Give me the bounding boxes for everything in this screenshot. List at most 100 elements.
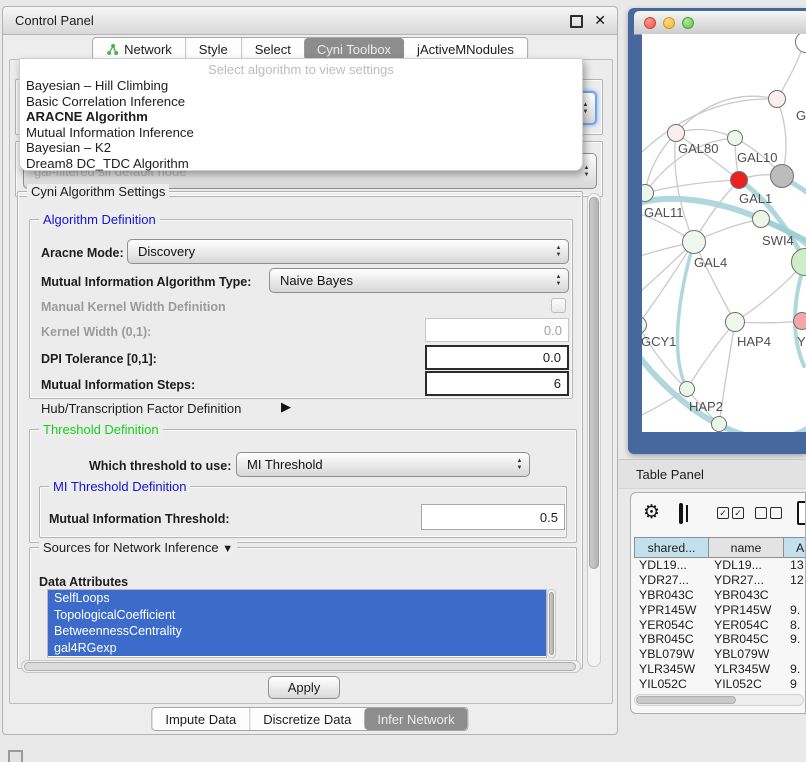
column-header-clipped[interactable]: A [783,537,806,558]
tab-cyni-toolbox[interactable]: Cyni Toolbox [304,38,404,60]
float-window-icon[interactable] [570,15,583,28]
attribute-item[interactable]: gal4RGexp [48,640,546,657]
cell[interactable]: YDL19... [634,558,709,573]
algorithm-option[interactable]: Bayesian – K2 [20,140,582,156]
node-swi4[interactable] [752,210,770,228]
tab-select[interactable]: Select [241,38,304,60]
attribute-item[interactable]: TopologicalCoefficient [48,607,546,624]
hub-section-label[interactable]: Hub/Transcription Factor Definition [41,401,241,416]
cell[interactable]: 9. [785,602,806,617]
cell[interactable]: 12 [785,573,806,588]
node-salmon[interactable] [793,312,806,330]
apply-button[interactable]: Apply [268,676,340,699]
algorithm-popup: Select algorithm to view settings Bayesi… [19,58,583,171]
cell[interactable]: YBL079W [634,647,709,662]
cell[interactable]: 13 [785,558,806,573]
sources-group-title[interactable]: Sources for Network Inference ▼ [39,540,237,555]
cell[interactable]: YIL052C [709,676,785,691]
attribute-item[interactable]: SelfLoops [48,590,546,607]
algorithm-definition-title: Algorithm Definition [39,212,160,227]
attributes-scrollbar[interactable] [547,589,556,658]
cell[interactable]: 9. [785,662,806,677]
minimize-button[interactable] [663,17,675,29]
tab-style[interactable]: Style [185,38,241,60]
tab-jactivemnodules[interactable]: jActiveMNodules [404,38,527,60]
aracne-mode-combo[interactable]: Discovery ▲▼ [127,239,569,264]
zoom-button[interactable] [682,17,694,29]
kernel-width-input[interactable]: 0.0 [425,318,569,342]
cell[interactable]: YBR045C [709,632,785,647]
which-threshold-combo[interactable]: MI Threshold ▲▼ [236,452,530,477]
table-panel-titlebar[interactable]: Table Panel [618,459,806,489]
combo-arrows-icon: ▲▼ [513,458,526,471]
algorithm-option[interactable]: Mutual Information Inference [20,125,582,141]
new-table-icon[interactable] [797,501,806,525]
cell[interactable]: 8. [785,617,806,632]
mi-type-combo[interactable]: Naive Bayes ▲▼ [269,268,569,293]
cell[interactable]: YLR345W [709,662,785,677]
attribute-item[interactable]: BetweennessCentrality [48,623,546,640]
cell[interactable] [785,588,806,603]
table-hscrollbar-thumb[interactable] [636,696,736,704]
gear-icon[interactable]: ⚙ [643,501,660,524]
network-canvas[interactable]: GAL GAL80 GAL10 GAL1 GAL11 SWI4 GAL4 GCY… [642,34,806,432]
cell[interactable]: YDR27... [634,573,709,588]
node-gal1[interactable] [730,171,748,189]
tab-network[interactable]: Network [93,38,185,60]
settings-scrollbar-thumb[interactable] [589,197,599,569]
cell[interactable]: YDR27... [709,573,785,588]
threshold-definition-title: Threshold Definition [39,422,163,437]
cell[interactable] [785,647,806,662]
manual-kernel-checkbox[interactable] [551,298,566,313]
cell[interactable]: YIL052C [634,676,709,691]
cell[interactable]: 9 [785,676,806,691]
mi-steps-input[interactable]: 6 [425,371,569,396]
node-hap2[interactable] [679,381,695,397]
column-header-name[interactable]: name [708,537,784,558]
node-gal80[interactable] [667,124,685,142]
split-columns-icon[interactable] [679,503,683,524]
select-all-icon[interactable]: ✓ ✓ [717,507,744,519]
bottom-left-widget[interactable] [8,750,23,762]
cell[interactable]: YER054C [709,617,785,632]
cell[interactable]: YBL079W [709,647,785,662]
node-hap4[interactable] [725,312,745,332]
cell[interactable]: YPR145W [634,602,709,617]
column-header-shared[interactable]: shared... [634,537,709,558]
mi-threshold-input[interactable]: 0.5 [421,504,565,530]
cell[interactable]: YBR043C [709,588,785,603]
close-icon[interactable]: ✕ [594,13,606,27]
tab-infer-network[interactable]: Infer Network [364,708,467,730]
control-panel-titlebar[interactable]: Control Panel ✕ [3,7,617,35]
cell[interactable]: YPR145W [709,602,785,617]
close-button[interactable] [644,17,656,29]
dpi-tolerance-input[interactable]: 0.0 [425,345,569,370]
settings-hscrollbar[interactable] [21,660,581,673]
settings-scrollbar[interactable] [587,193,601,667]
cell[interactable]: YER054C [634,617,709,632]
expand-arrow-icon[interactable]: ▶ [281,399,291,415]
node-bottom[interactable] [711,416,727,432]
node-gal4[interactable] [682,230,706,254]
algorithm-option[interactable]: Basic Correlation Inference [20,94,582,110]
cell[interactable]: 9. [785,632,806,647]
node-label: GAL [796,108,806,123]
cell[interactable]: YDL19... [709,558,785,573]
node-gray[interactable] [770,164,794,188]
settings-hscrollbar-thumb[interactable] [24,662,576,671]
algorithm-option[interactable]: Dream8 DC_TDC Algorithm [20,156,582,172]
cell[interactable]: YBR045C [634,632,709,647]
table-hscrollbar[interactable] [634,694,804,706]
algorithm-option[interactable]: Bayesian – Hill Climbing [20,78,582,94]
node-gal10[interactable] [727,130,743,146]
network-window-titlebar[interactable] [634,11,806,35]
cell[interactable]: YLR345W [634,662,709,677]
node-gal-top[interactable] [768,90,786,108]
deselect-all-icon[interactable] [755,507,782,519]
cell[interactable]: YBR043C [634,588,709,603]
tab-discretize-data[interactable]: Discretize Data [249,708,364,730]
tab-impute-data[interactable]: Impute Data [152,708,249,730]
attributes-scrollbar-thumb[interactable] [549,592,554,655]
algorithm-option-selected[interactable]: ARACNE Algorithm [20,109,582,125]
node-label: GAL11 [644,205,684,220]
